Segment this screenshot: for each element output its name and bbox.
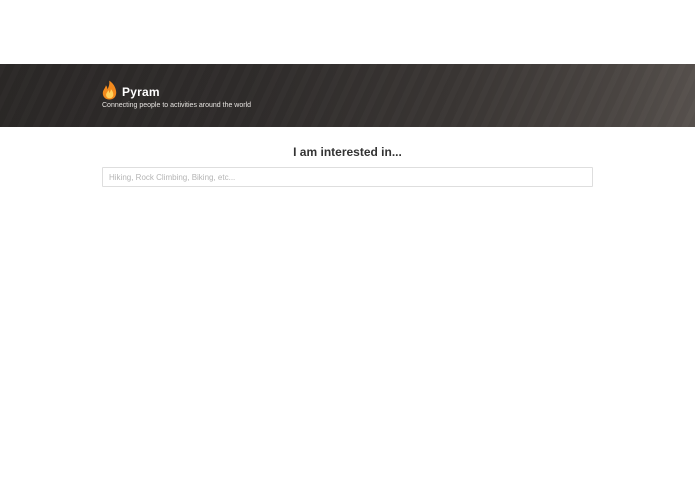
brand-row: Pyram: [102, 80, 251, 100]
flame-icon: [102, 80, 117, 100]
brand[interactable]: Pyram Connecting people to activities ar…: [102, 80, 251, 110]
interest-search-input[interactable]: [102, 167, 593, 187]
page-headline: I am interested in...: [293, 145, 402, 159]
brand-name: Pyram: [122, 85, 160, 99]
brand-tagline: Connecting people to activities around t…: [102, 102, 252, 109]
site-header: Pyram Connecting people to activities ar…: [0, 64, 695, 127]
page: Pyram Connecting people to activities ar…: [0, 0, 695, 494]
